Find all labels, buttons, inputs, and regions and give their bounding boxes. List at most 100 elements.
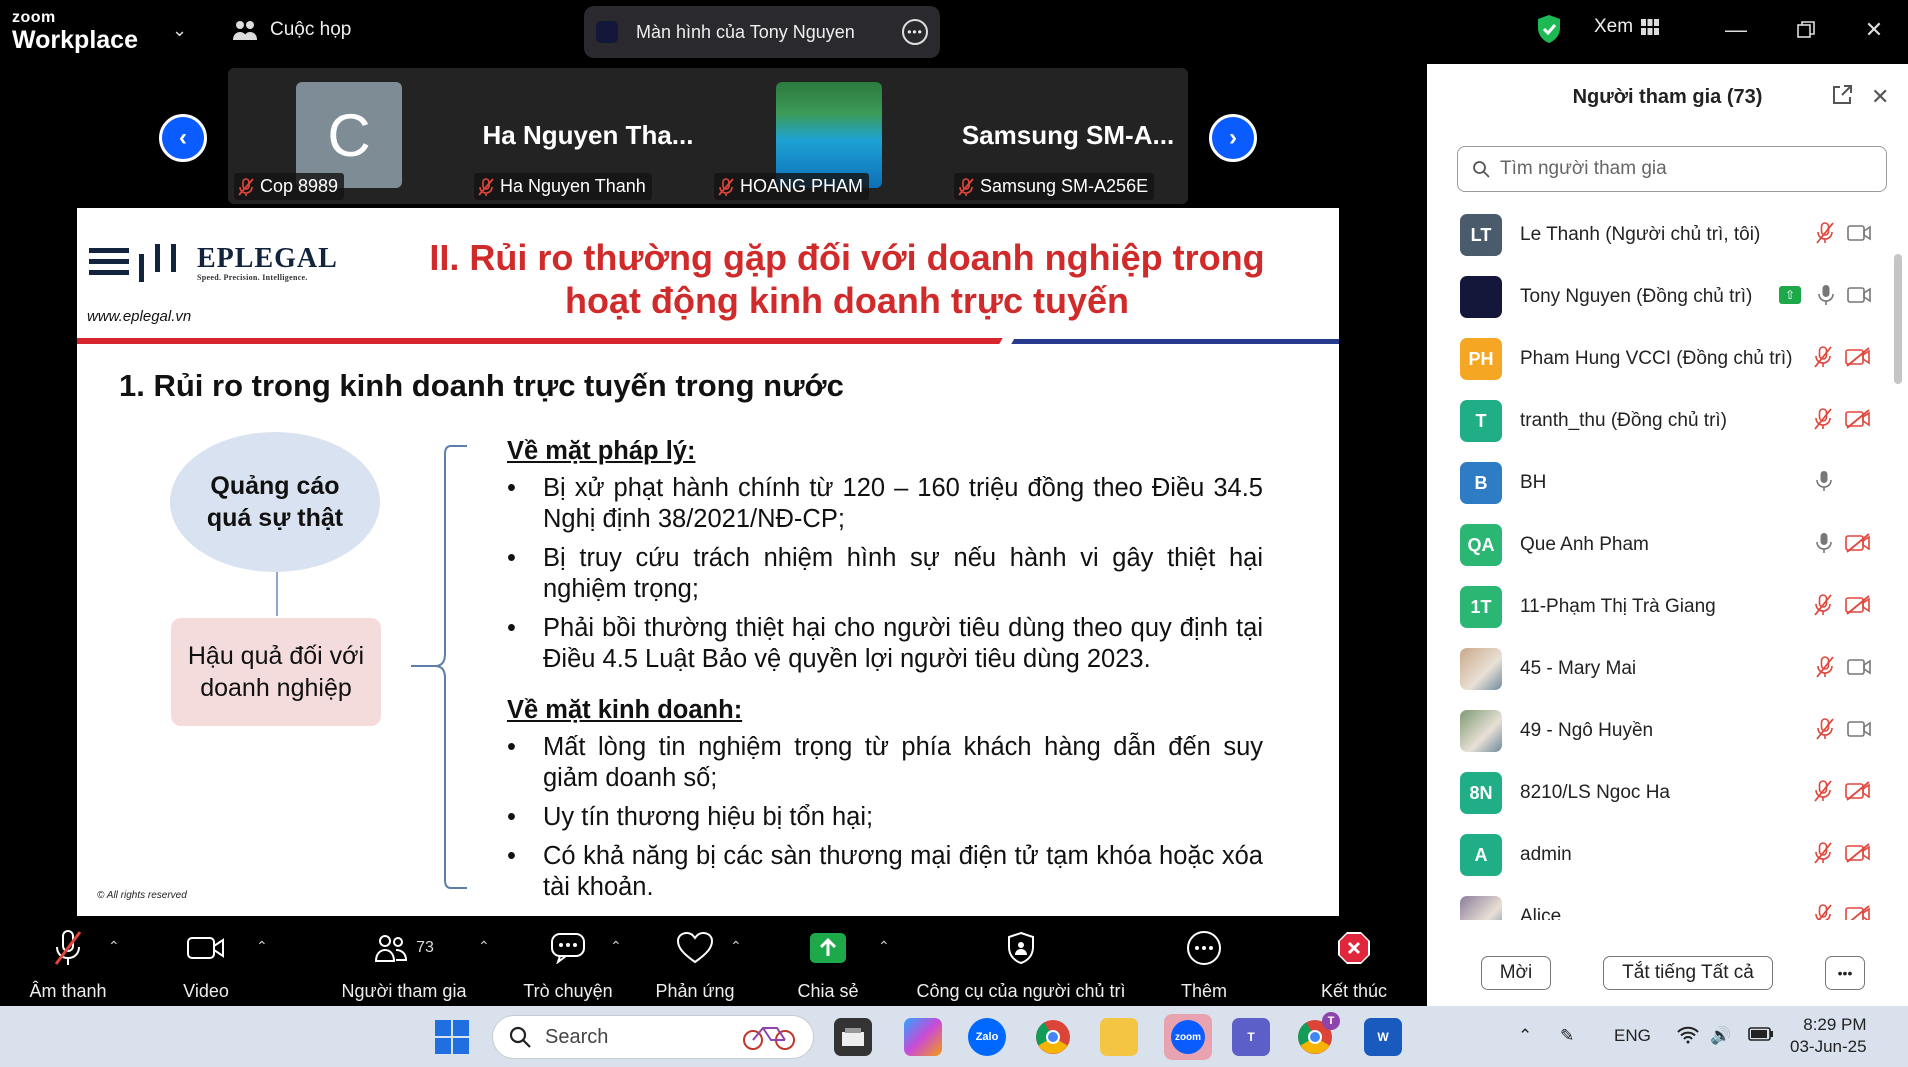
copilot-icon[interactable] — [904, 1018, 942, 1056]
language-indicator[interactable]: ENG — [1614, 1026, 1651, 1046]
participant-name: Tony Nguyen (Đồng chủ trì) — [1520, 286, 1753, 307]
participant-name: tranth_thu (Đồng chủ trì) — [1520, 410, 1727, 431]
chevron-left-icon: ‹ — [179, 124, 187, 151]
video-off-icon — [1845, 905, 1870, 920]
video-button[interactable]: Video — [166, 928, 246, 1002]
participant-row[interactable]: Tony Nguyen (Đồng chủ trì) ⇧ — [1427, 266, 1889, 328]
chevron-down-icon[interactable]: ⌄ — [172, 20, 187, 41]
more-options-icon[interactable]: ••• — [902, 19, 928, 45]
video-off-icon — [1845, 533, 1870, 553]
participant-status-icons — [1815, 532, 1871, 554]
legal-list: Bị xử phạt hành chính từ 120 – 160 triệu… — [507, 473, 1263, 675]
search-icon — [509, 1026, 531, 1048]
participant-status-icons — [1815, 656, 1871, 678]
participant-search-input[interactable]: Tìm người tham gia — [1457, 146, 1887, 192]
end-meeting-button[interactable]: Kết thúc — [1314, 928, 1394, 1002]
pen-icon[interactable]: ✎ — [1560, 1026, 1574, 1046]
close-icon[interactable]: ✕ — [1856, 12, 1892, 48]
video-tile[interactable]: Ha Nguyen Tha... Ha Nguyen Thanh — [468, 68, 708, 204]
tile-name-label: Ha Nguyen Thanh — [474, 173, 652, 200]
chrome-icon[interactable] — [1034, 1018, 1072, 1056]
slide-title: II. Rủi ro thường gặp đối với doanh nghi… — [417, 236, 1277, 322]
title-line-2: hoạt động kinh doanh trực tuyến — [564, 280, 1130, 321]
word-icon[interactable]: W — [1364, 1018, 1402, 1056]
reactions-options-caret-icon[interactable]: ⌃ — [730, 938, 742, 955]
more-button[interactable]: Thêm — [1168, 928, 1240, 1002]
mute-all-button[interactable]: Tắt tiếng Tất cả — [1603, 956, 1773, 990]
avatar: T — [1460, 400, 1502, 442]
taskbar-search-input[interactable]: Search — [492, 1015, 814, 1059]
panel-title: Người tham gia (73) — [1572, 85, 1763, 108]
scrollbar[interactable] — [1894, 194, 1902, 994]
more-label: Thêm — [1180, 981, 1227, 1001]
battery-icon[interactable] — [1748, 1026, 1774, 1047]
video-tile[interactable]: HOANG PHAM — [708, 68, 948, 204]
taskbar-app-icon[interactable] — [834, 1018, 872, 1056]
participant-row[interactable]: QA Que Anh Pham — [1427, 514, 1889, 576]
chat-button[interactable]: Trò chuyện — [520, 928, 616, 1002]
windows-start-icon[interactable] — [433, 1018, 471, 1056]
encryption-shield-icon[interactable] — [1536, 14, 1562, 49]
copyright-text: © All rights reserved — [97, 890, 187, 901]
clock[interactable]: 8:29 PM 03-Jun-25 — [1790, 1014, 1867, 1058]
restore-icon[interactable] — [1788, 12, 1824, 48]
file-explorer-icon[interactable] — [1100, 1018, 1138, 1056]
scrollbar-thumb[interactable] — [1894, 254, 1902, 384]
gallery-prev-button[interactable]: ‹ — [159, 114, 207, 162]
audio-options-caret-icon[interactable]: ⌃ — [108, 938, 120, 955]
avatar: 8N — [1460, 772, 1502, 814]
share-screen-icon — [810, 933, 846, 963]
wifi-icon[interactable] — [1676, 1026, 1700, 1049]
participant-row[interactable]: B BH — [1427, 452, 1889, 514]
zoom-taskbar-icon[interactable]: zoom — [1164, 1014, 1212, 1060]
video-tile[interactable]: Samsung SM-A... Samsung SM-A256E — [948, 68, 1188, 204]
participant-row[interactable]: Aadmin — [1427, 824, 1889, 886]
participants-options-caret-icon[interactable]: ⌃ — [478, 938, 490, 955]
video-tile[interactable]: C Cop 8989 — [228, 68, 468, 204]
participant-row[interactable]: 45 - Mary Mai — [1427, 638, 1889, 700]
view-button[interactable]: Xem — [1594, 16, 1660, 38]
participant-row[interactable]: LT Le Thanh (Người chủ trì, tôi) — [1427, 204, 1889, 266]
participant-row[interactable]: 8N 8210/LS Ngoc Ha — [1427, 762, 1889, 824]
pop-out-icon[interactable] — [1831, 84, 1853, 112]
share-label: Chia sẻ — [797, 981, 859, 1001]
brand-top: zoom — [12, 9, 56, 26]
participant-row[interactable]: Alice — [1427, 886, 1889, 920]
participant-status-icons — [1815, 718, 1871, 740]
participants-count: 73 — [416, 939, 434, 956]
volume-icon[interactable]: 🔊 — [1710, 1026, 1731, 1046]
chat-icon — [551, 933, 585, 964]
close-panel-icon[interactable]: ✕ — [1871, 84, 1889, 110]
invite-button[interactable]: Mời — [1481, 956, 1551, 990]
screen-share-indicator[interactable]: Màn hình của Tony Nguyen ••• — [584, 6, 940, 58]
participants-button[interactable]: 73 Người tham gia — [334, 928, 474, 1002]
participant-row[interactable]: Ttranth_thu (Đồng chủ trì) — [1427, 390, 1889, 452]
logo-text: EPLEGAL — [197, 242, 338, 274]
participant-status-icons — [1813, 780, 1871, 802]
meeting-menu-button[interactable]: Cuộc họp — [232, 18, 351, 42]
chevron-up-icon[interactable]: ⌃ — [1518, 1026, 1532, 1046]
list-item: Có khả năng bị các sàn thương mại điện t… — [507, 841, 1263, 903]
chat-options-caret-icon[interactable]: ⌃ — [610, 938, 622, 955]
minimize-icon[interactable]: — — [1718, 12, 1754, 48]
host-tools-button[interactable]: Công cụ của người chủ trì — [908, 928, 1134, 1002]
teams-icon[interactable]: T — [1232, 1018, 1270, 1056]
title-bar: zoom Workplace ⌄ Cuộc họp Màn hình của T… — [0, 0, 1908, 64]
search-placeholder: Tìm người tham gia — [1500, 158, 1667, 179]
audio-button[interactable]: Âm thanh — [20, 928, 116, 1002]
more-options-icon[interactable]: ••• — [1825, 956, 1865, 990]
participant-row[interactable]: PH Pham Hung VCCI (Đồng chủ trì) — [1427, 328, 1889, 390]
participant-row[interactable]: 49 - Ngô Huyền — [1427, 700, 1889, 762]
meeting-label: Cuộc họp — [270, 19, 352, 40]
share-options-caret-icon[interactable]: ⌃ — [878, 938, 890, 955]
participant-name: Pham Hung VCCI (Đồng chủ trì) — [1520, 348, 1793, 369]
avatar: QA — [1460, 524, 1502, 566]
video-options-caret-icon[interactable]: ⌃ — [256, 938, 268, 955]
participant-row[interactable]: 1T 11-Phạm Thị Trà Giang — [1427, 576, 1889, 638]
zalo-icon[interactable]: Zalo — [968, 1018, 1006, 1056]
participant-name: Que Anh Pham — [1520, 534, 1649, 555]
reactions-button[interactable]: Phản ứng — [654, 928, 736, 1002]
chrome-profile-icon[interactable]: T — [1296, 1012, 1340, 1056]
gallery-next-button[interactable]: › — [1209, 114, 1257, 162]
share-button[interactable]: Chia sẻ — [788, 928, 868, 1002]
